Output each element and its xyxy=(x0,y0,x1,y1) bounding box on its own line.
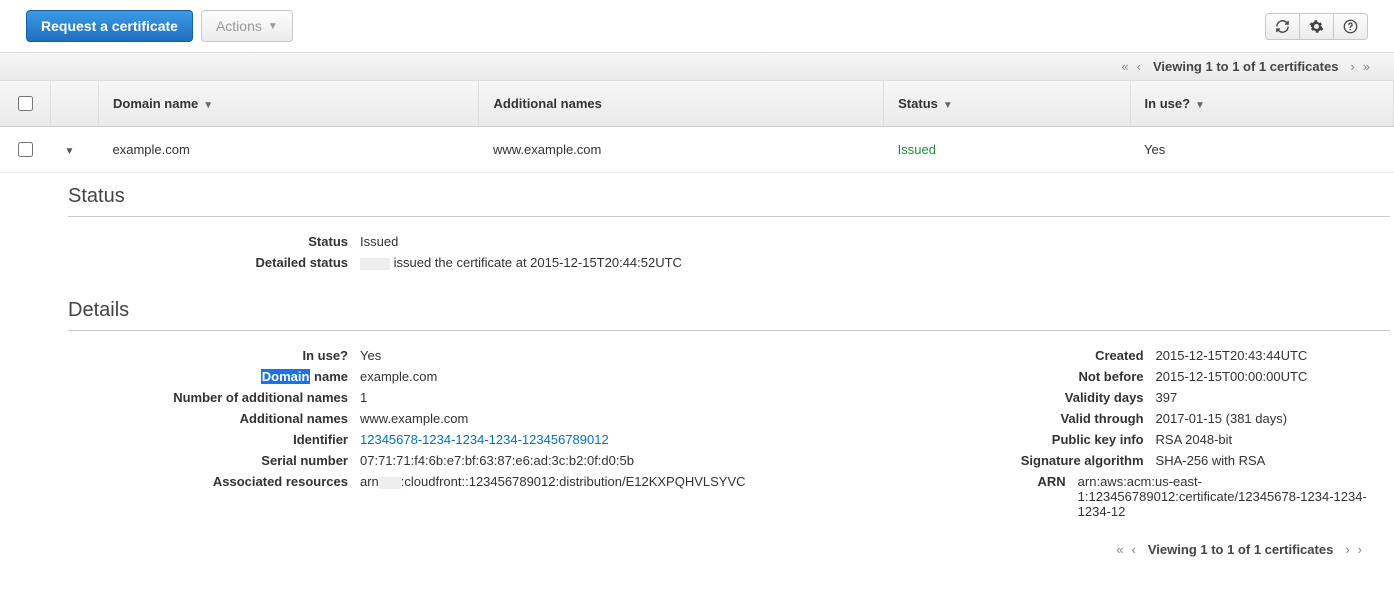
serial-label: Serial number xyxy=(68,453,360,468)
page-last-button[interactable]: » xyxy=(1363,59,1370,74)
select-all-header xyxy=(0,81,51,127)
validity-label: Validity days xyxy=(896,390,1156,405)
domain-header[interactable]: Domain name ▼ xyxy=(99,81,479,127)
request-certificate-label: Request a certificate xyxy=(41,18,178,34)
created-value: 2015-12-15T20:43:44UTC xyxy=(1156,348,1308,363)
detailed-status-value: issued the certificate at 2015-12-15T20:… xyxy=(360,255,682,270)
table-row[interactable]: ▼ example.com www.example.com Issued Yes xyxy=(0,127,1394,173)
assoc-value: arn:cloudfront::123456789012:distributio… xyxy=(360,474,746,489)
validthrough-value: 2017-01-15 (381 days) xyxy=(1156,411,1288,426)
page-first-button[interactable]: « xyxy=(1121,59,1128,74)
domain-highlight: Domain xyxy=(261,369,311,384)
cell-status: Issued xyxy=(884,127,1130,173)
status-row: Status Issued xyxy=(68,231,1394,252)
created-label: Created xyxy=(896,348,1156,363)
sort-caret-icon: ▼ xyxy=(943,100,953,111)
expand-header xyxy=(51,81,99,127)
pager-text: Viewing 1 to 1 of 1 certificates xyxy=(1148,542,1333,557)
identifier-value[interactable]: 12345678-1234-1234-1234-123456789012 xyxy=(360,432,609,447)
details-left-column: In use?Yes Domain name example.com Numbe… xyxy=(68,345,746,522)
details-section-title: Details xyxy=(68,291,1390,331)
inuse-header-label: In use? xyxy=(1145,96,1191,111)
assoc-label: Associated resources xyxy=(68,474,360,489)
additional-names-label: Additional names xyxy=(68,411,360,426)
toolbar-icon-group xyxy=(1265,13,1368,40)
actions-label: Actions xyxy=(216,18,262,34)
detailed-status-text: issued the certificate at 2015-12-15T20:… xyxy=(390,255,682,270)
page-next-button[interactable]: › xyxy=(1350,59,1354,74)
inuse-label: In use? xyxy=(68,348,360,363)
num-additional-value: 1 xyxy=(360,390,367,405)
domain-header-label: Domain name xyxy=(113,96,198,111)
page-first-button[interactable]: « xyxy=(1116,542,1123,557)
toolbar: Request a certificate Actions ▼ xyxy=(0,0,1394,52)
pager-bar-top: « ‹ Viewing 1 to 1 of 1 certificates › » xyxy=(0,52,1394,81)
page-prev-button[interactable]: ‹ xyxy=(1137,59,1141,74)
refresh-button[interactable] xyxy=(1265,13,1300,40)
pki-value: RSA 2048-bit xyxy=(1156,432,1233,447)
detailed-status-row: Detailed status issued the certificate a… xyxy=(68,252,1394,273)
request-certificate-button[interactable]: Request a certificate xyxy=(26,10,193,42)
status-label: Status xyxy=(68,234,360,249)
sig-value: SHA-256 with RSA xyxy=(1156,453,1266,468)
inuse-value: Yes xyxy=(360,348,381,363)
refresh-icon xyxy=(1275,19,1290,34)
help-button[interactable] xyxy=(1333,13,1368,40)
expanded-detail-panel: Status Status Issued Detailed status iss… xyxy=(0,173,1394,532)
page-prev-button[interactable]: ‹ xyxy=(1132,542,1136,557)
caret-down-icon: ▼ xyxy=(268,21,278,32)
cell-domain: example.com xyxy=(99,127,479,173)
select-all-checkbox[interactable] xyxy=(18,96,33,111)
sig-label: Signature algorithm xyxy=(896,453,1156,468)
additional-header-label: Additional names xyxy=(493,96,601,111)
status-section-title: Status xyxy=(68,177,1390,217)
pki-label: Public key info xyxy=(896,432,1156,447)
cell-additional: www.example.com xyxy=(479,127,884,173)
expand-row-toggle[interactable]: ▼ xyxy=(65,146,75,157)
validthrough-label: Valid through xyxy=(896,411,1156,426)
notbefore-value: 2015-12-15T00:00:00UTC xyxy=(1156,369,1308,384)
additional-header[interactable]: Additional names xyxy=(479,81,884,127)
arn-value: arn:aws:acm:us-east-1:123456789012:certi… xyxy=(1078,474,1394,519)
domain-name-label: Domain name xyxy=(68,369,360,384)
redacted-arn-part xyxy=(379,477,401,489)
actions-dropdown-button[interactable]: Actions ▼ xyxy=(201,10,293,42)
additional-names-value: www.example.com xyxy=(360,411,468,426)
status-header[interactable]: Status ▼ xyxy=(884,81,1130,127)
identifier-label: Identifier xyxy=(68,432,360,447)
serial-value: 07:71:71:f4:6b:e7:bf:63:87:e6:ad:3c:b2:0… xyxy=(360,453,634,468)
details-right-column: Created2015-12-15T20:43:44UTC Not before… xyxy=(896,345,1394,522)
status-value: Issued xyxy=(360,234,398,249)
cell-inuse: Yes xyxy=(1130,127,1393,173)
validity-value: 397 xyxy=(1156,390,1178,405)
sort-caret-icon: ▼ xyxy=(1195,100,1205,111)
pager-text: Viewing 1 to 1 of 1 certificates xyxy=(1153,59,1338,74)
notbefore-label: Not before xyxy=(896,369,1156,384)
arn-label: ARN xyxy=(896,474,1078,519)
redacted-issuer xyxy=(360,258,390,270)
settings-button[interactable] xyxy=(1300,13,1333,40)
num-additional-label: Number of additional names xyxy=(68,390,360,405)
gear-icon xyxy=(1309,19,1324,34)
sort-caret-icon: ▼ xyxy=(203,100,213,111)
domain-name-value: example.com xyxy=(360,369,437,384)
inuse-header[interactable]: In use? ▼ xyxy=(1130,81,1393,127)
detailed-status-label: Detailed status xyxy=(68,255,360,270)
help-icon xyxy=(1343,19,1358,34)
pager-bar-bottom: « ‹ Viewing 1 to 1 of 1 certificates › › xyxy=(0,532,1394,567)
table-header-row: Domain name ▼ Additional names Status ▼ In… xyxy=(0,81,1394,127)
status-header-label: Status xyxy=(898,96,938,111)
row-checkbox[interactable] xyxy=(18,142,33,157)
certificates-table: Domain name ▼ Additional names Status ▼ In… xyxy=(0,81,1394,173)
page-next-button[interactable]: › xyxy=(1345,542,1349,557)
page-last-button[interactable]: › xyxy=(1358,542,1362,557)
